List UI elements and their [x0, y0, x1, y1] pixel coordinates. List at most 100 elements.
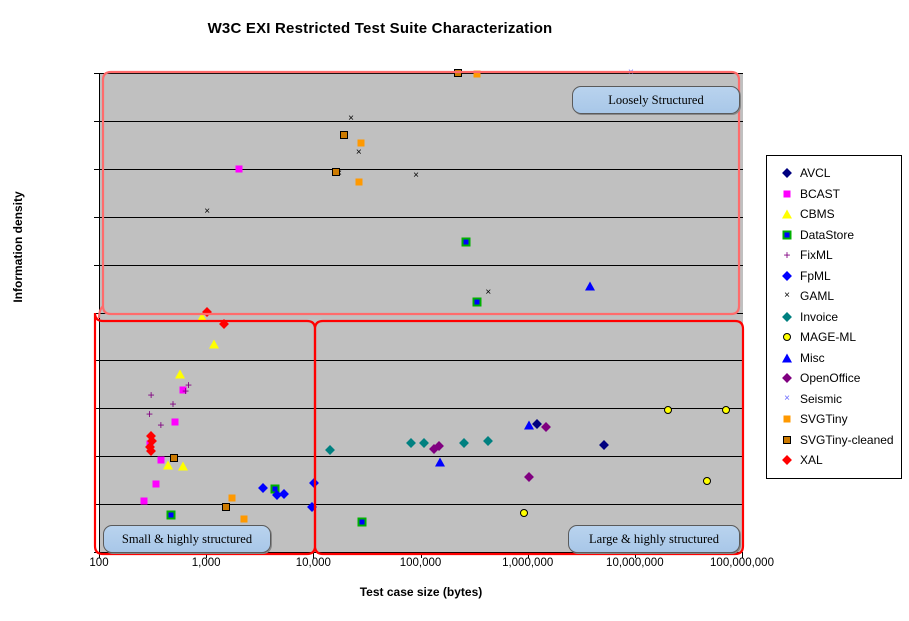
data-point-invoice: [483, 436, 494, 447]
legend-item-svgtiny[interactable]: SVGTiny: [767, 409, 901, 430]
x-tick-mark: [313, 553, 315, 558]
y-tick-mark: [94, 120, 99, 122]
legend-item-label: Misc: [800, 350, 825, 365]
x-tick-label: 100,000: [399, 557, 442, 569]
data-point-cbms: [197, 312, 208, 322]
legend-item-fixml[interactable]: + FixML: [767, 245, 901, 266]
x-tick-label: 100,000,000: [710, 557, 774, 569]
legend-item-label: BCAST: [800, 186, 841, 201]
chart-container: W3C EXI Restricted Test Suite Characteri…: [0, 0, 909, 621]
y-tick-mark: [94, 408, 99, 410]
chart-title: W3C EXI Restricted Test Suite Characteri…: [207, 20, 553, 37]
data-point-svgtiny-cleaned: [340, 131, 349, 140]
legend-marker-icon: [779, 370, 795, 386]
gridline-horizontal: [100, 120, 743, 122]
y-tick-mark: [94, 360, 99, 362]
gridline-horizontal: [100, 73, 743, 74]
callout-small-highly-structured: Small & highly structured: [103, 525, 271, 553]
legend-item-label: OpenOffice: [800, 371, 861, 386]
data-point-cbms: [175, 369, 186, 379]
data-point-bcast: [171, 418, 179, 426]
data-point-openoffice: [433, 440, 444, 451]
data-point-misc: [523, 420, 534, 430]
gridline-horizontal: [100, 360, 743, 362]
data-point-svgtiny: [240, 515, 248, 523]
legend-marker-icon: [779, 411, 795, 427]
gridline-horizontal: [100, 408, 743, 410]
data-point-svgtiny: [228, 494, 236, 502]
legend-item-mage-ml[interactable]: MAGE-ML: [767, 327, 901, 348]
x-tick-mark: [206, 553, 208, 558]
legend-item-datastore[interactable]: DataStore: [767, 225, 901, 246]
x-tick-label: 10,000: [295, 557, 331, 569]
data-point-mage-ml: [702, 477, 711, 486]
legend-item-gaml[interactable]: × GAML: [767, 286, 901, 307]
legend-item-cbms[interactable]: CBMS: [767, 204, 901, 225]
data-point-fpml: [272, 489, 283, 500]
legend-item-label: DataStore: [800, 227, 855, 242]
data-point-xal: [219, 318, 230, 329]
data-point-datastore: [357, 517, 367, 527]
legend-item-label: Invoice: [800, 309, 839, 324]
data-point-invoice: [418, 438, 429, 449]
data-point-datastore: [472, 297, 482, 307]
x-tick-mark: [99, 553, 100, 558]
legend-item-label: GAML: [800, 289, 835, 304]
data-point-fpml: [278, 488, 289, 499]
legend-item-fpml[interactable]: FpML: [767, 266, 901, 287]
data-point-xal: [146, 446, 157, 457]
x-axis-title: Test case size (bytes): [359, 585, 483, 599]
data-point-xal: [146, 430, 157, 441]
data-point-fixml: +: [182, 383, 190, 398]
data-point-openoffice: [541, 421, 551, 432]
legend-item-label: CBMS: [800, 207, 835, 222]
data-point-fpml: [257, 483, 268, 494]
legend-item-invoice[interactable]: Invoice: [767, 307, 901, 328]
x-tick-label: 100: [89, 557, 109, 569]
y-tick-mark: [94, 504, 99, 506]
data-point-invoice: [459, 437, 470, 448]
legend-item-label: FpML: [800, 268, 831, 283]
legend-item-label: FixML: [800, 248, 833, 263]
y-tick-mark: [94, 168, 99, 170]
legend-item-avcl[interactable]: AVCL: [767, 163, 901, 184]
data-point-xal: [146, 435, 157, 446]
data-point-misc: [435, 457, 446, 467]
data-point-bcast: [146, 440, 154, 448]
legend-item-label: Seismic: [800, 391, 843, 406]
legend-item-label: AVCL: [800, 166, 831, 181]
data-point-bcast: [179, 386, 187, 394]
data-point-datastore: [270, 484, 280, 494]
y-tick-mark: [94, 264, 99, 266]
legend-item-svgtiny-cleaned[interactable]: SVGTiny-cleaned: [767, 430, 901, 451]
y-tick-mark: [94, 456, 99, 458]
data-point-bcast: [152, 480, 160, 487]
legend-item-label: MAGE-ML: [800, 330, 857, 345]
legend-marker-icon: [779, 227, 795, 243]
data-point-xal: [145, 442, 156, 453]
y-axis-title: Information density: [11, 191, 25, 303]
legend-item-bcast[interactable]: BCAST: [767, 184, 901, 205]
data-point-fixml: +: [185, 378, 193, 393]
data-point-cbms: [178, 461, 189, 471]
data-point-openoffice: [523, 472, 534, 483]
legend-item-seismic[interactable]: × Seismic: [767, 389, 901, 410]
legend-marker-icon: [779, 268, 795, 284]
legend-marker-icon: [779, 309, 795, 325]
data-point-avcl: [598, 440, 609, 451]
legend-marker-icon: [779, 329, 795, 345]
data-point-mage-ml: [722, 405, 731, 414]
gridline-horizontal: [100, 504, 743, 506]
legend-item-misc[interactable]: Misc: [767, 348, 901, 369]
y-tick-mark: [94, 216, 99, 218]
legend-item-xal[interactable]: XAL: [767, 450, 901, 471]
data-point-fixml: +: [147, 388, 155, 403]
data-point-fixml: +: [157, 418, 165, 433]
data-point-datastore: [461, 237, 471, 247]
legend-item-openoffice[interactable]: OpenOffice: [767, 368, 901, 389]
data-point-openoffice: [428, 444, 439, 454]
callout-loosely-structured: Loosely Structured: [572, 86, 740, 114]
data-point-avcl: [532, 418, 543, 429]
data-point-fixml: +: [146, 406, 154, 421]
data-point-svgtiny: [357, 139, 365, 147]
